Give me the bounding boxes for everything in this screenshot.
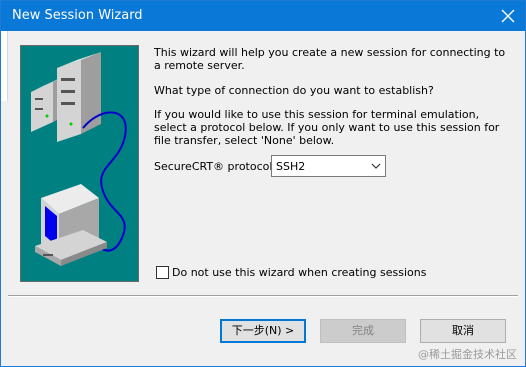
protocol-selected-value: SSH2 xyxy=(276,160,306,173)
protocol-label: SecureCRT® protocol: xyxy=(154,160,277,173)
wizard-illustration xyxy=(20,45,139,282)
finish-button[interactable]: 完成 xyxy=(320,319,406,343)
computer-icon xyxy=(35,184,107,266)
protocol-select[interactable]: SSH2 xyxy=(271,155,386,177)
background-window-edge xyxy=(1,31,8,101)
instructions-text: If you would like to use this session fo… xyxy=(154,108,500,147)
chevron-down-icon xyxy=(371,163,381,169)
title-bar[interactable]: New Session Wizard xyxy=(1,1,525,31)
cancel-button[interactable]: 取消 xyxy=(420,319,506,343)
window-title: New Session Wizard xyxy=(12,8,143,23)
button-separator xyxy=(8,295,518,297)
new-session-wizard-dialog: New Session Wizard This wizard will help… xyxy=(0,0,526,367)
close-icon[interactable] xyxy=(499,7,517,25)
network-illustration xyxy=(31,52,127,266)
skip-wizard-label[interactable]: Do not use this wizard when creating ses… xyxy=(172,266,426,279)
watermark-text: @稀土掘金技术社区 xyxy=(418,348,517,361)
skip-wizard-checkbox[interactable] xyxy=(156,266,169,279)
server-icon xyxy=(31,52,101,142)
intro-text: This wizard will help you create a new s… xyxy=(154,46,506,72)
question-text: What type of connection do you want to e… xyxy=(154,84,434,97)
next-button[interactable]: 下一步(N) > xyxy=(220,319,306,343)
